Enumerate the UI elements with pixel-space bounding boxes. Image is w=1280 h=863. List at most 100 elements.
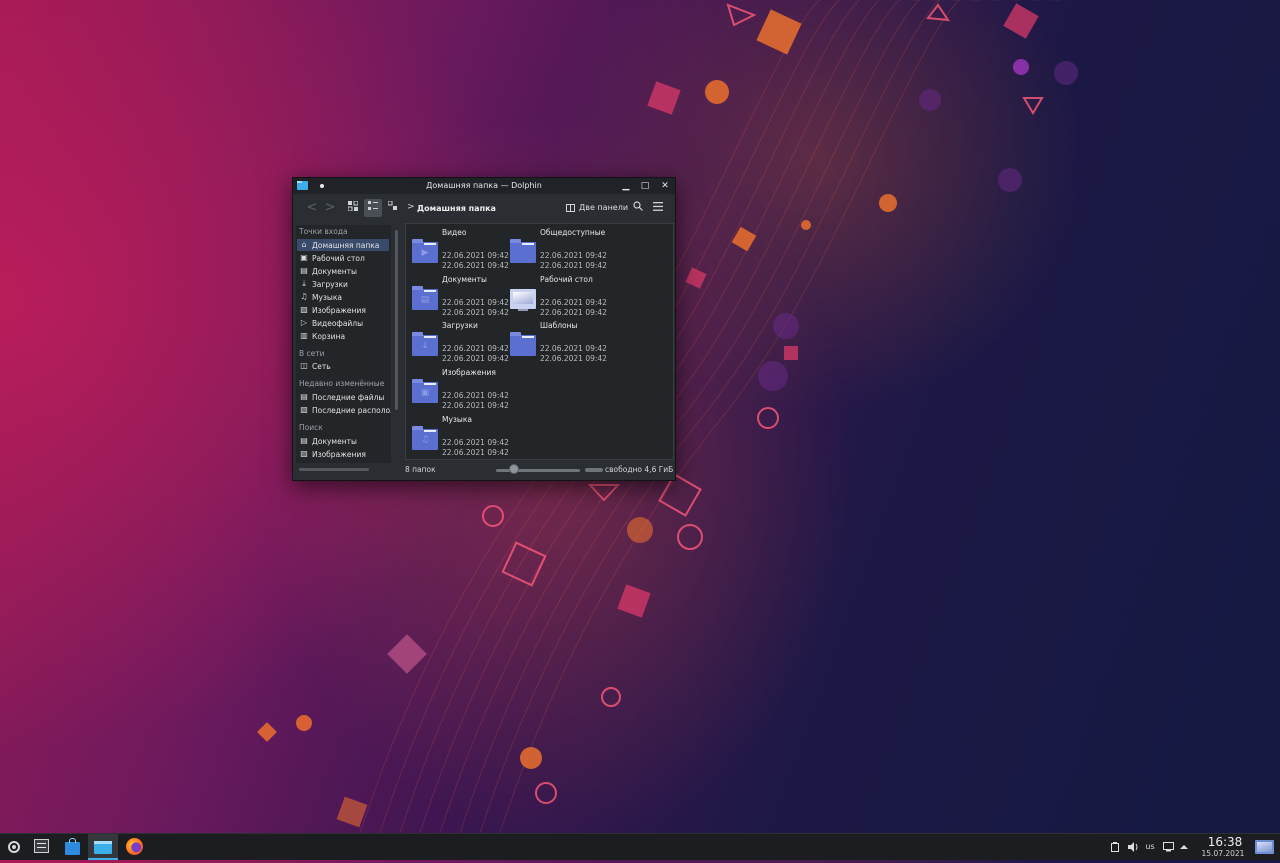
- firefox-icon[interactable]: [122, 834, 146, 860]
- sidebar-item-label: Корзина: [312, 331, 346, 341]
- sidebar-item-label: Музыка: [312, 292, 342, 302]
- file-name: Музыка: [442, 415, 472, 424]
- file-modified: 22.06.2021 09:42: [442, 391, 509, 400]
- sidebar-item-label: Сеть: [312, 361, 331, 371]
- forward-button[interactable]: >: [321, 199, 339, 217]
- desktop-folder-icon: [510, 289, 536, 311]
- recent-files-icon: ▤: [300, 392, 308, 401]
- sidebar-item-label: Загрузки: [312, 279, 348, 289]
- file-accessed: 22.06.2021 09:42: [540, 261, 607, 270]
- details-view-button[interactable]: [384, 199, 402, 217]
- show-desktop-icon[interactable]: [1255, 840, 1274, 854]
- recent-locations-icon: ▧: [300, 405, 308, 414]
- sidebar-item-label: Документы: [312, 436, 357, 446]
- free-space-bar[interactable]: [585, 468, 603, 472]
- file-modified: 22.06.2021 09:42: [442, 438, 509, 447]
- file-item[interactable]: Рабочий стол 22.06.2021 09:42 22.06.2021…: [510, 275, 608, 321]
- file-item[interactable]: Шаблоны 22.06.2021 09:42 22.06.2021 09:4…: [510, 321, 608, 367]
- sidebar-item-documents[interactable]: ▤ Документы: [297, 265, 389, 277]
- network-icon: ◫: [300, 361, 308, 370]
- icons-view-button[interactable]: [344, 199, 362, 217]
- split-view-button[interactable]: Две панели: [566, 203, 628, 212]
- volume-icon[interactable]: [1126, 834, 1140, 860]
- file-item[interactable]: ♫ Музыка 22.06.2021 09:42 22.06.2021 09:…: [412, 415, 510, 461]
- hamburger-menu-button[interactable]: [649, 199, 667, 217]
- folder-templates-icon: [510, 332, 536, 356]
- sidebar-item-label: Домашняя папка: [312, 240, 380, 250]
- document-icon: ▤: [300, 266, 308, 275]
- file-accessed: 22.06.2021 09:42: [442, 261, 509, 270]
- video-icon: ▷: [300, 318, 308, 327]
- close-button[interactable]: ✕: [659, 180, 671, 192]
- software-store-icon[interactable]: [60, 834, 84, 860]
- sidebar-item-search-documents[interactable]: ▤ Документы: [297, 435, 389, 447]
- section-header-search: Поиск: [299, 423, 323, 432]
- clipboard-icon[interactable]: [1109, 834, 1121, 860]
- sidebar-item-recent-files[interactable]: ▤ Последние файлы: [297, 391, 389, 403]
- sidebar-item-network[interactable]: ◫ Сеть: [297, 360, 389, 372]
- file-view[interactable]: ▶ Видео 22.06.2021 09:42 22.06.2021 09:4…: [405, 223, 674, 460]
- file-name: Документы: [442, 275, 487, 284]
- folder-video-icon: ▶: [412, 239, 438, 263]
- section-header-network: В сети: [299, 349, 325, 358]
- title-bar[interactable]: Домашняя папка — Dolphin ▁ □ ✕: [293, 178, 675, 194]
- file-modified: 22.06.2021 09:42: [540, 344, 607, 353]
- file-accessed: 22.06.2021 09:42: [442, 448, 509, 457]
- sidebar-item-trash[interactable]: ▥ Корзина: [297, 330, 389, 342]
- sidebar-scrollbar[interactable]: [395, 230, 398, 410]
- keyboard-layout-indicator[interactable]: us: [1143, 834, 1157, 860]
- file-name: Общедоступные: [540, 228, 606, 237]
- minimize-button[interactable]: ▁: [620, 180, 632, 192]
- file-item[interactable]: ▶ Видео 22.06.2021 09:42 22.06.2021 09:4…: [412, 228, 510, 274]
- sidebar-item-search-images[interactable]: ▨ Изображения: [297, 448, 389, 460]
- section-header-places: Точки входа: [299, 227, 348, 236]
- file-modified: 22.06.2021 09:42: [442, 344, 509, 353]
- download-icon: ⤓: [302, 279, 306, 288]
- sidebar-item-home[interactable]: ⌂ Домашняя папка: [297, 239, 389, 251]
- icons-view-icon: [347, 200, 359, 212]
- file-modified: 22.06.2021 09:42: [540, 251, 607, 260]
- search-icon: [633, 201, 643, 211]
- sidebar-item-downloads[interactable]: ⤓ Загрузки: [297, 278, 389, 290]
- menu-icon: [653, 202, 663, 211]
- clock-date[interactable]: 15.07.2021: [1193, 849, 1253, 858]
- clock-time[interactable]: 16:38: [1199, 835, 1251, 849]
- system-settings-icon[interactable]: [31, 834, 53, 860]
- sidebar-item-music[interactable]: ♫ Музыка: [297, 291, 389, 303]
- tray-expand-chevron-up-icon[interactable]: [1178, 834, 1190, 860]
- section-header-recent: Недавно изменённые: [299, 379, 385, 388]
- dolphin-window: Домашняя папка — Dolphin ▁ □ ✕ < > > Дом…: [292, 177, 676, 481]
- file-item[interactable]: ▣ Изображения 22.06.2021 09:42 22.06.202…: [412, 368, 510, 414]
- split-view-label: Две панели: [579, 203, 629, 212]
- music-icon: ♫: [300, 292, 308, 301]
- back-button[interactable]: <: [303, 199, 321, 217]
- sidebar-item-desktop[interactable]: ▣ Рабочий стол: [297, 252, 389, 264]
- image-icon: ▨: [300, 305, 308, 314]
- zoom-slider-handle[interactable]: [509, 464, 519, 474]
- file-item[interactable]: Общедоступные 22.06.2021 09:42 22.06.202…: [510, 228, 608, 274]
- dolphin-icon: [94, 841, 112, 854]
- taskbar: us 16:38 15.07.2021: [0, 833, 1280, 860]
- sidebar-item-videos[interactable]: ▷ Видеофайлы: [297, 317, 389, 329]
- taskbar-dolphin-task[interactable]: [88, 834, 118, 860]
- file-accessed: 22.06.2021 09:42: [442, 308, 509, 317]
- compact-view-button[interactable]: [364, 199, 382, 217]
- sidebar-item-pictures[interactable]: ▨ Изображения: [297, 304, 389, 316]
- breadcrumb-home[interactable]: Домашняя папка: [417, 204, 496, 213]
- sidebar-item-label: Изображения: [312, 449, 366, 459]
- display-icon[interactable]: [1161, 834, 1175, 860]
- sidebar-item-label: Рабочий стол: [312, 253, 365, 263]
- sidebar-item-recent-locations[interactable]: ▧ Последние располож: [297, 404, 391, 416]
- folder-count: 8 папок: [405, 465, 436, 474]
- file-name: Рабочий стол: [540, 275, 593, 284]
- file-item[interactable]: ↓ Загрузки 22.06.2021 09:42 22.06.2021 0…: [412, 321, 510, 367]
- window-title: Домашняя папка — Dolphin: [426, 181, 542, 190]
- application-launcher-icon[interactable]: [3, 834, 23, 860]
- file-item[interactable]: ▤ Документы 22.06.2021 09:42 22.06.2021 …: [412, 275, 510, 321]
- file-name: Шаблоны: [540, 321, 578, 330]
- maximize-button[interactable]: □: [639, 180, 651, 192]
- search-button[interactable]: [629, 199, 647, 217]
- folder-music-icon: ♫: [412, 426, 438, 450]
- file-name: Изображения: [442, 368, 496, 377]
- trash-icon: ▥: [300, 331, 308, 340]
